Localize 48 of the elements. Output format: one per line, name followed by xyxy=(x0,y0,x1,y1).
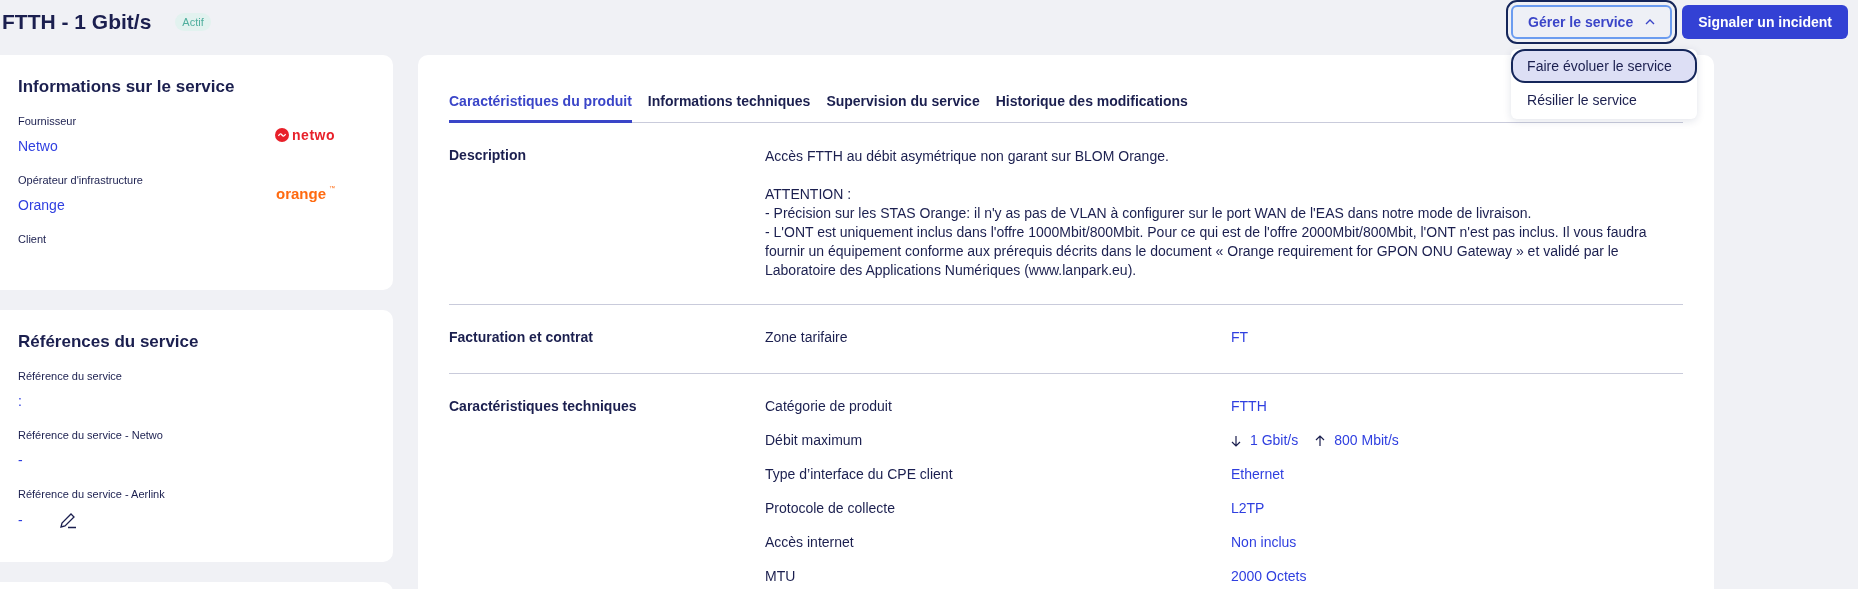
field-label: Fournisseur xyxy=(18,115,77,127)
field-label: Opérateur d'infrastructure xyxy=(18,174,143,186)
section-title: Facturation et contrat xyxy=(449,329,594,347)
field-value: - xyxy=(18,512,23,528)
tab[interactable]: Historique des modifications xyxy=(995,87,1188,123)
field-value[interactable]: Orange xyxy=(18,197,143,213)
row-value: 2000 Octets xyxy=(1231,568,1307,586)
row-label: Type d’interface du CPE client xyxy=(765,466,954,484)
tab[interactable]: Caractéristiques du produit xyxy=(449,87,632,123)
logo-text: netwo xyxy=(292,127,335,142)
row-value: FT xyxy=(1231,329,1249,347)
field-value: - xyxy=(18,452,23,468)
menu-item[interactable]: Faire évoluer le service xyxy=(1511,49,1698,83)
row-value: L2TP xyxy=(1231,500,1265,518)
upload-rate: 800 Mbit/s xyxy=(1334,432,1399,448)
download-rate: 1 Gbit/s xyxy=(1250,432,1299,448)
field-label: Client xyxy=(18,233,47,245)
description-text: Accès FTTH au débit asymétrique non garant sur BLOM Orange. ATTENTION : - Précision sur les STAS Orange: il n'y as pas de VLAN à configurer sur le port WAN de l'EAS dans notre mode de livraison. - L'ONT est uniquement inclus dans l'offre 1000Mbit/800Mbit. Pour ce qui est de l'offre 2000Mbit/800Mbit, l'ONT n'est pas inclus. Il vous faudra fournir un équipement conforme aux prérequis décrits dans le document « Orange requirement for GPON ONU Gateway » et validé par le Laboratoire des Applications Numériques (www.lanpark.eu). xyxy=(765,147,1648,280)
row-label: Zone tarifaire xyxy=(765,329,849,347)
row-label: Catégorie de produit xyxy=(765,398,893,416)
row-label: Débit maximum xyxy=(765,432,864,450)
menu-item[interactable]: Résilier le service xyxy=(1511,83,1698,117)
edit-icon[interactable] xyxy=(58,511,77,529)
row-value: FTTH xyxy=(1231,398,1267,416)
card-title: Références du service xyxy=(18,332,200,352)
field-value[interactable]: Netwo xyxy=(18,138,77,154)
field-label: Référence du service - Netwo xyxy=(18,429,164,441)
row-label: Protocole de collecte xyxy=(765,500,896,518)
arrow-up-icon xyxy=(1315,435,1326,447)
report-incident-button[interactable]: Signaler un incident xyxy=(1682,5,1848,39)
tab[interactable]: Informations techniques xyxy=(647,87,811,123)
row-value: Non inclus xyxy=(1231,534,1297,552)
page-title: FTTH - 1 Gbit/s xyxy=(2,10,152,34)
logo-text: orange xyxy=(276,185,326,202)
section-title: Description xyxy=(449,147,527,165)
section-title: Caractéristiques techniques xyxy=(449,398,638,416)
field-label: Référence du service xyxy=(18,370,123,382)
tab[interactable]: Supervision du service xyxy=(826,87,980,123)
row-value: Ethernet xyxy=(1231,466,1284,484)
status-badge: Actif xyxy=(175,13,211,31)
field-label: Référence du service - Aerlink xyxy=(18,488,166,500)
arrow-down-icon xyxy=(1231,435,1241,447)
field-value: : xyxy=(18,393,22,409)
card-title: Informations sur le service xyxy=(18,77,236,97)
logo-icon xyxy=(275,127,290,142)
row-label: MTU xyxy=(765,568,797,586)
caret-icon xyxy=(1645,19,1656,25)
row-label: Accès internet xyxy=(765,534,855,552)
